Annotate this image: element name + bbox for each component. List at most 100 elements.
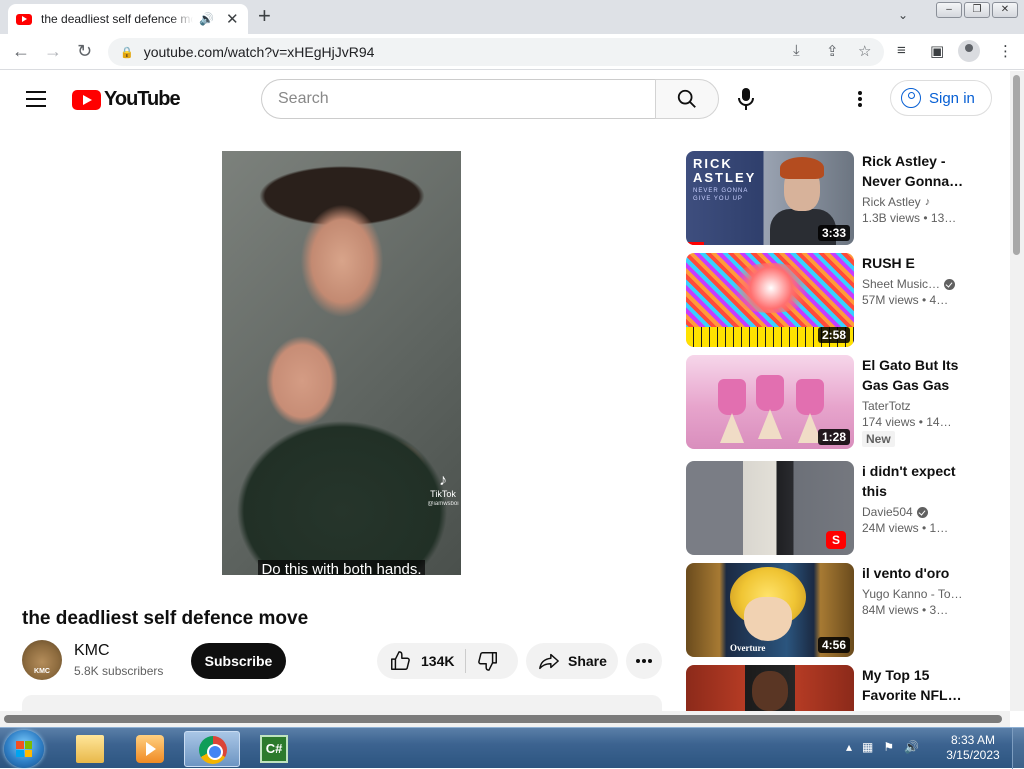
recommendation-info[interactable]: Rick Astley - Never Gonna… Rick Astley ♪ …: [862, 151, 966, 225]
taskbar-csharp[interactable]: C#: [246, 731, 302, 767]
reload-icon[interactable]: ↻: [77, 41, 92, 61]
browser-tab-strip: the deadliest self defence move 🔊 ✕ + ⌄ …: [0, 0, 1024, 34]
install-app-icon[interactable]: ⤓: [793, 42, 800, 59]
recommendation-info[interactable]: El Gato But Its Gas Gas Gas TaterTotz 17…: [862, 355, 966, 448]
restore-button[interactable]: ❐: [964, 2, 990, 18]
recommendation-item[interactable]: RICK ASTLEY NEVER GONNA GIVE YOU UP 3:33…: [686, 151, 966, 245]
recommendation-thumbnail[interactable]: 1:28: [686, 355, 854, 449]
channel-name: TaterTotz: [862, 399, 911, 413]
close-window-button[interactable]: ✕: [992, 2, 1018, 18]
channel-avatar-text: KMC: [34, 668, 50, 675]
tiktok-watermark-text: TikTok: [430, 489, 456, 499]
recommendation-channel[interactable]: TaterTotz: [862, 399, 966, 413]
recommendation-channel[interactable]: Davie504: [862, 505, 966, 519]
account-circle-icon: [901, 88, 921, 108]
new-tab-button[interactable]: +: [258, 5, 271, 27]
profile-avatar-icon[interactable]: [958, 40, 980, 62]
thumbnail-glow: [726, 263, 816, 313]
taskbar-explorer[interactable]: [62, 731, 118, 767]
thumbnail-text: Overture: [730, 643, 766, 653]
recommendation-title[interactable]: RUSH E: [862, 253, 966, 273]
video-player[interactable]: ♪ TikTok @iamwsboi Do this with both han…: [222, 151, 461, 575]
subscriber-count: 5.8K subscribers: [74, 664, 164, 678]
thumbnail-text-line: ASTLEY: [693, 170, 757, 185]
recommendation-title[interactable]: i didn't expect this: [862, 461, 966, 501]
recommendation-thumbnail[interactable]: RICK ASTLEY NEVER GONNA GIVE YOU UP 3:33: [686, 151, 854, 245]
side-panel-icon[interactable]: ▣: [930, 42, 944, 60]
recommendation-thumbnail[interactable]: 2:58: [686, 253, 854, 347]
recommendation-info[interactable]: il vento d'oro Yugo Kanno - To… 84M view…: [862, 563, 966, 617]
search-button[interactable]: [655, 79, 719, 119]
recommendation-meta: 57M views • 4…: [862, 293, 949, 307]
more-actions-button[interactable]: [626, 643, 662, 679]
channel-avatar[interactable]: KMC: [22, 640, 62, 680]
horizontal-scrollbar[interactable]: [0, 711, 1010, 727]
thumbnail-text-line: RICK: [693, 156, 733, 171]
taskbar-chrome[interactable]: [184, 731, 240, 767]
media-control-icon[interactable]: ≡: [897, 42, 906, 59]
recommendation-item[interactable]: Overture 4:56 il vento d'oro Yugo Kanno …: [686, 563, 966, 657]
bookmark-star-icon[interactable]: ☆: [858, 42, 871, 60]
recommendation-title[interactable]: My Top 15 Favorite NFL…: [862, 665, 966, 705]
action-center-flag-icon[interactable]: ⚑: [883, 740, 894, 754]
thumbnail-subtext: NEVER GONNA GIVE YOU UP: [693, 187, 748, 203]
vertical-scrollbar[interactable]: [1010, 71, 1024, 711]
recommendation-item[interactable]: 2:58 RUSH E Sheet Music… 57M views • 4…: [686, 253, 966, 347]
browser-tab-youtube[interactable]: the deadliest self defence move 🔊 ✕: [8, 4, 248, 34]
share-page-icon[interactable]: ⇪: [826, 42, 839, 60]
taskbar-clock[interactable]: 8:33 AM 3/15/2023: [944, 733, 1002, 763]
hamburger-menu-icon[interactable]: [26, 91, 46, 112]
sign-in-button[interactable]: Sign in: [890, 80, 992, 116]
scrollbar-thumb[interactable]: [1013, 75, 1020, 255]
like-divider: [465, 649, 466, 673]
taskbar-media-player[interactable]: [122, 731, 178, 767]
recommendation-info[interactable]: My Top 15 Favorite NFL…: [862, 665, 966, 705]
recommendation-info[interactable]: RUSH E Sheet Music… 57M views • 4…: [862, 253, 966, 307]
minimize-button[interactable]: –: [936, 2, 962, 18]
volume-icon[interactable]: 🔊: [904, 740, 919, 754]
recommendation-channel[interactable]: Rick Astley ♪: [862, 195, 966, 209]
recommendation-title[interactable]: il vento d'oro: [862, 563, 966, 583]
scrollbar-thumb[interactable]: [4, 715, 1002, 723]
back-arrow-icon[interactable]: ←: [12, 41, 30, 61]
share-button[interactable]: Share: [526, 643, 618, 679]
recommendation-channel[interactable]: Yugo Kanno - To…: [862, 587, 966, 601]
thumbnail-text: RICK ASTLEY: [693, 157, 756, 185]
show-hidden-icons-icon[interactable]: ▴: [846, 740, 852, 754]
address-url[interactable]: youtube.com/watch?v=xHEgHjJvR94: [144, 44, 375, 60]
recommendation-thumbnail[interactable]: S: [686, 461, 854, 555]
audio-playing-icon[interactable]: 🔊: [199, 12, 214, 26]
recommendation-item[interactable]: My Top 15 Favorite NFL…: [686, 665, 966, 711]
search-input[interactable]: Search: [261, 79, 656, 119]
settings-more-icon[interactable]: [858, 91, 862, 109]
recommendation-thumbnail[interactable]: [686, 665, 854, 711]
channel-name[interactable]: KMC: [74, 642, 110, 660]
thumbnail-cat: [718, 379, 746, 415]
folder-icon: [76, 735, 104, 763]
voice-search-mic-icon[interactable]: [734, 85, 758, 113]
subscribe-button[interactable]: Subscribe: [191, 643, 286, 679]
windows-logo-icon: [16, 741, 32, 757]
recommendation-channel[interactable]: Sheet Music…: [862, 277, 966, 291]
thumbs-down-icon[interactable]: [477, 650, 499, 672]
chrome-menu-icon[interactable]: ⋮: [998, 42, 1013, 60]
recommendation-item[interactable]: S i didn't expect this Davie504 24M view…: [686, 461, 966, 555]
close-tab-icon[interactable]: ✕: [226, 10, 239, 28]
recommendation-title[interactable]: Rick Astley - Never Gonna…: [862, 151, 966, 191]
thumbnail-subtext-line: NEVER GONNA: [693, 188, 749, 194]
share-label: Share: [568, 653, 607, 669]
tab-search-chevron-icon[interactable]: ⌄: [898, 8, 908, 22]
show-desktop-button[interactable]: [1012, 728, 1024, 769]
start-button[interactable]: [4, 730, 44, 768]
like-button[interactable]: 134K: [377, 643, 465, 679]
recommendation-info[interactable]: i didn't expect this Davie504 24M views …: [862, 461, 966, 535]
lock-icon[interactable]: 🔒: [120, 46, 134, 59]
network-icon[interactable]: ▦: [862, 740, 873, 754]
recommendation-item[interactable]: 1:28 El Gato But Its Gas Gas Gas TaterTo…: [686, 355, 966, 449]
youtube-logo[interactable]: YouTube: [72, 88, 181, 111]
address-bar[interactable]: 🔒 youtube.com/watch?v=xHEgHjJvR94: [108, 38, 884, 66]
thumbnail-cat: [796, 379, 824, 415]
forward-arrow-icon[interactable]: →: [44, 41, 62, 61]
recommendation-thumbnail[interactable]: Overture 4:56: [686, 563, 854, 657]
recommendation-title[interactable]: El Gato But Its Gas Gas Gas: [862, 355, 966, 395]
